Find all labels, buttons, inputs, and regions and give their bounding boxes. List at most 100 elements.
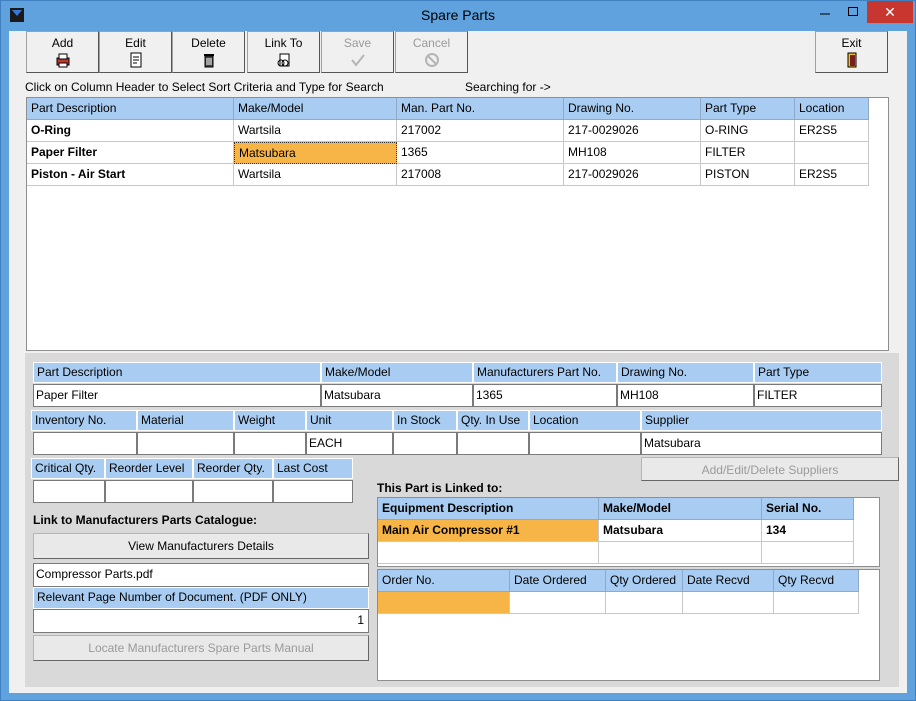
linked-equipment-table: Equipment Description Make/Model Serial … <box>377 497 880 567</box>
table-cell[interactable]: O-Ring <box>27 120 234 142</box>
table-cell[interactable]: MH108 <box>564 142 701 164</box>
table-cell-selected[interactable] <box>378 592 510 614</box>
weight-field[interactable] <box>234 432 306 455</box>
edit-button[interactable]: Edit <box>99 31 172 73</box>
table-cell[interactable] <box>762 542 854 564</box>
table-cell[interactable] <box>378 542 599 564</box>
table-cell[interactable]: Matsubara <box>599 520 762 542</box>
column-header-qty-recvd[interactable]: Qty Recvd <box>774 570 859 592</box>
page-number-field[interactable]: 1 <box>33 609 369 633</box>
column-header-location[interactable]: Location <box>795 98 869 120</box>
material-field[interactable] <box>137 432 234 455</box>
exit-button[interactable]: Exit <box>815 31 888 73</box>
label-in-stock: In Stock <box>393 410 457 431</box>
make-model-field[interactable]: Matsubara <box>321 384 473 407</box>
document-field[interactable]: Compressor Parts.pdf <box>33 563 369 587</box>
label-weight: Weight <box>234 410 306 431</box>
column-header-serial-no[interactable]: Serial No. <box>762 498 854 520</box>
maximize-button[interactable] <box>839 1 867 23</box>
table-cell[interactable]: 217008 <box>397 164 564 186</box>
label-make-model: Make/Model <box>321 362 473 383</box>
table-cell[interactable]: Piston - Air Start <box>27 164 234 186</box>
table-cell[interactable]: 217002 <box>397 120 564 142</box>
table-cell[interactable]: PISTON <box>701 164 795 186</box>
delete-label: Delete <box>191 36 226 50</box>
table-cell-selected[interactable]: Main Air Compressor #1 <box>378 520 599 542</box>
spare-parts-window: Spare Parts ✕ Add Edit Delete Link To Sa… <box>0 0 916 701</box>
cancel-button[interactable]: Cancel <box>395 31 468 73</box>
column-header-part-description[interactable]: Part Description <box>27 98 234 120</box>
view-manufacturers-details-button[interactable]: View Manufacturers Details <box>33 533 369 559</box>
table-cell[interactable]: Paper Filter <box>27 142 234 164</box>
add-button[interactable]: Add <box>26 31 99 73</box>
cancel-label: Cancel <box>412 36 451 50</box>
save-button[interactable]: Save <box>321 31 394 73</box>
column-header-qty-ordered[interactable]: Qty Ordered <box>606 570 683 592</box>
delete-button[interactable]: Delete <box>172 31 245 73</box>
part-type-field[interactable]: FILTER <box>754 384 882 407</box>
add-label: Add <box>51 36 74 50</box>
qty-in-use-field[interactable] <box>457 432 529 455</box>
table-cell-selected[interactable]: Matsubara <box>234 142 397 164</box>
cancel-icon <box>424 53 439 67</box>
drawing-no-field[interactable]: MH108 <box>617 384 754 407</box>
label-location: Location <box>529 410 641 431</box>
table-cell[interactable]: 1365 <box>397 142 564 164</box>
unit-field[interactable]: EACH <box>306 432 393 455</box>
exit-label: Exit <box>841 36 862 50</box>
table-cell[interactable]: ER2S5 <box>795 120 869 142</box>
column-header-date-ordered[interactable]: Date Ordered <box>510 570 606 592</box>
column-header-order-no[interactable]: Order No. <box>378 570 510 592</box>
table-cell[interactable] <box>683 592 774 614</box>
reorder-level-field[interactable] <box>105 480 193 503</box>
title-bar: Spare Parts ✕ <box>1 1 915 31</box>
table-cell[interactable]: 217-0029026 <box>564 164 701 186</box>
column-header-make-model[interactable]: Make/Model <box>234 98 397 120</box>
minimize-icon <box>820 13 830 15</box>
table-cell[interactable]: ER2S5 <box>795 164 869 186</box>
label-qty-in-use: Qty. In Use <box>457 410 529 431</box>
column-header-part-type[interactable]: Part Type <box>701 98 795 120</box>
table-cell[interactable] <box>795 142 869 164</box>
table-cell[interactable] <box>510 592 606 614</box>
manufacturers-part-no-field[interactable]: 1365 <box>473 384 617 407</box>
label-reorder-level: Reorder Level <box>105 458 193 479</box>
supplier-field[interactable]: Matsubara <box>641 432 882 455</box>
table-cell[interactable]: Wartsila <box>234 120 397 142</box>
location-field[interactable] <box>529 432 641 455</box>
label-unit: Unit <box>306 410 393 431</box>
table-cell[interactable] <box>599 542 762 564</box>
column-header-equipment-description[interactable]: Equipment Description <box>378 498 599 520</box>
part-description-field[interactable]: Paper Filter <box>33 384 321 407</box>
table-cell[interactable]: 217-0029026 <box>564 120 701 142</box>
link-to-button[interactable]: Link To <box>247 31 320 73</box>
client-area: Add Edit Delete Link To Save Cancel Exit… <box>9 31 907 693</box>
label-manufacturers-part-no: Manufacturers Part No. <box>473 362 617 383</box>
column-header-drawing-no[interactable]: Drawing No. <box>564 98 701 120</box>
minimize-button[interactable] <box>811 1 839 23</box>
table-cell[interactable]: Wartsila <box>234 164 397 186</box>
column-header-linked-make-model[interactable]: Make/Model <box>599 498 762 520</box>
locate-manual-button[interactable]: Locate Manufacturers Spare Parts Manual <box>33 635 369 661</box>
in-stock-field[interactable] <box>393 432 457 455</box>
table-cell[interactable]: 134 <box>762 520 854 542</box>
page-number-label: Relevant Page Number of Document. (PDF O… <box>33 587 369 609</box>
edit-label: Edit <box>125 36 146 50</box>
inventory-no-field[interactable] <box>33 432 137 455</box>
column-header-date-recvd[interactable]: Date Recvd <box>683 570 774 592</box>
printer-add-icon <box>56 53 69 68</box>
label-supplier: Supplier <box>641 410 882 431</box>
table-cell[interactable]: O-RING <box>701 120 795 142</box>
column-header-man-part-no[interactable]: Man. Part No. <box>397 98 564 120</box>
searching-hint: Searching for -> <box>465 80 551 94</box>
table-cell[interactable]: FILTER <box>701 142 795 164</box>
reorder-qty-field[interactable] <box>193 480 273 503</box>
critical-qty-field[interactable] <box>33 480 105 503</box>
add-edit-delete-suppliers-button[interactable]: Add/Edit/Delete Suppliers <box>641 457 899 481</box>
close-button[interactable]: ✕ <box>867 1 913 23</box>
label-last-cost: Last Cost <box>273 458 353 479</box>
edit-document-icon <box>130 52 141 68</box>
last-cost-field[interactable] <box>273 480 353 503</box>
table-cell[interactable] <box>606 592 683 614</box>
table-cell[interactable] <box>774 592 859 614</box>
